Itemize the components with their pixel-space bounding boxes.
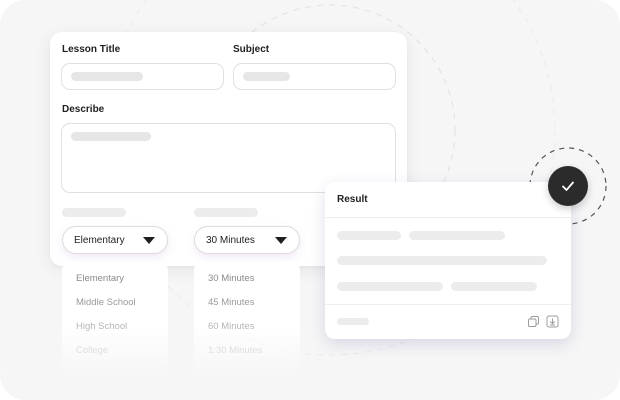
subject-label: Subject: [233, 44, 270, 55]
duration-select-value: 30 Minutes: [206, 234, 255, 246]
result-card: Result: [325, 182, 571, 339]
duration-select[interactable]: 30 Minutes: [194, 226, 300, 254]
chevron-down-icon: [275, 237, 287, 244]
result-line-placeholder: [451, 282, 537, 291]
illustration-stage: Lesson Title Subject Describe Elementary…: [0, 0, 620, 400]
grade-label-placeholder: [62, 208, 126, 217]
check-icon: [562, 181, 574, 191]
chevron-down-icon: [143, 237, 155, 244]
result-title: Result: [337, 194, 368, 205]
duration-dropdown-menu: 30 Minutes 45 Minutes 60 Minutes 1:30 Mi…: [194, 262, 300, 370]
menu-item-high-school[interactable]: High School: [76, 321, 127, 332]
result-line-placeholder: [337, 282, 443, 291]
grade-select[interactable]: Elementary: [62, 226, 168, 254]
copy-icon[interactable]: [527, 315, 540, 328]
grade-select-value: Elementary: [74, 234, 125, 246]
menu-item-1-30-minutes[interactable]: 1:30 Minutes: [208, 345, 262, 356]
menu-item-elementary[interactable]: Elementary: [76, 273, 124, 284]
duration-label-placeholder: [194, 208, 258, 217]
divider: [325, 217, 571, 218]
divider: [325, 304, 571, 305]
menu-item-45-minutes[interactable]: 45 Minutes: [208, 297, 254, 308]
menu-item-30-minutes[interactable]: 30 Minutes: [208, 273, 254, 284]
result-line-placeholder: [337, 231, 401, 240]
footer-placeholder: [337, 318, 369, 325]
menu-item-60-minutes[interactable]: 60 Minutes: [208, 321, 254, 332]
describe-label: Describe: [62, 104, 105, 115]
download-icon[interactable]: [546, 315, 559, 328]
placeholder-bar: [71, 72, 143, 81]
result-line-placeholder: [337, 256, 547, 265]
lesson-title-label: Lesson Title: [62, 44, 121, 55]
result-line-placeholder: [409, 231, 505, 240]
lesson-title-input[interactable]: [61, 63, 224, 90]
placeholder-bar: [71, 132, 151, 141]
placeholder-bar: [243, 72, 290, 81]
subject-input[interactable]: [233, 63, 396, 90]
grade-dropdown-menu: Elementary Middle School High School Col…: [62, 262, 168, 370]
menu-item-college[interactable]: College: [76, 345, 108, 356]
success-badge: [548, 166, 588, 206]
menu-item-middle-school[interactable]: Middle School: [76, 297, 136, 308]
